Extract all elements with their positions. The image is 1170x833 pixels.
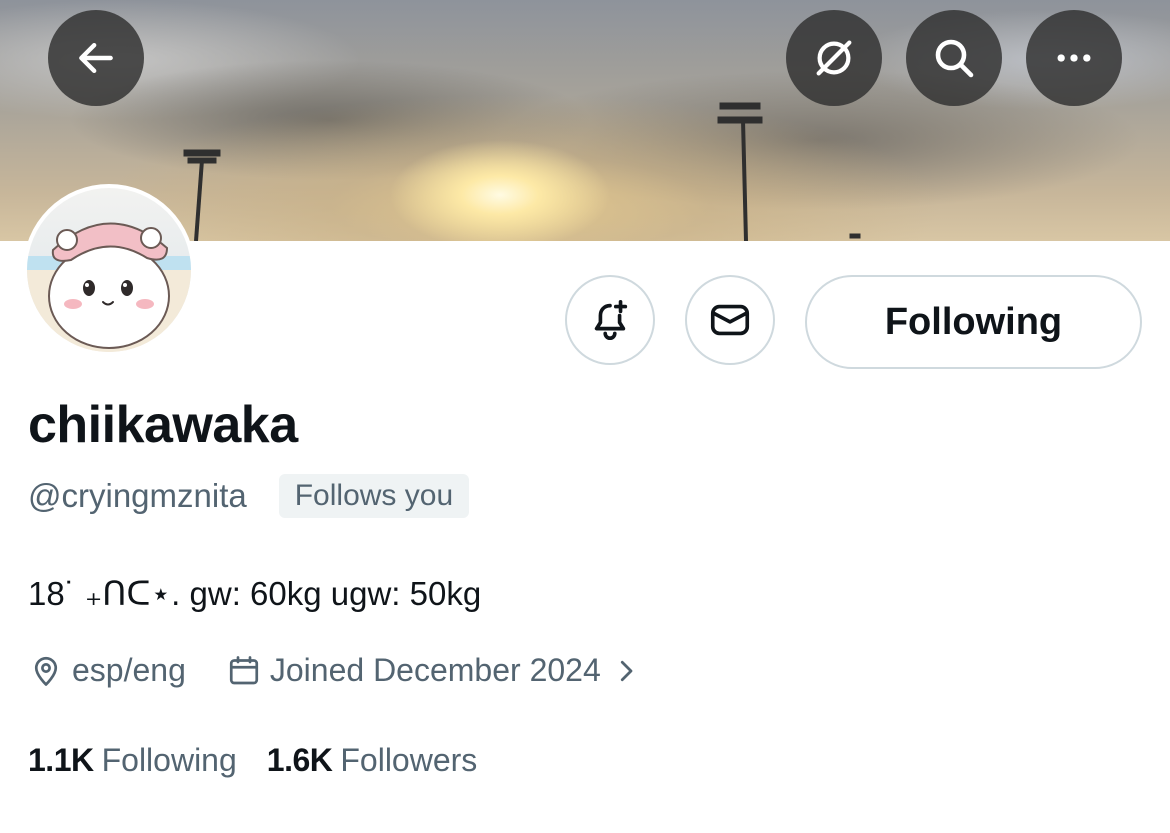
location-item: esp/eng [28, 652, 186, 689]
user-handle: @cryingmznita [28, 477, 247, 514]
follow-stats-row: 1.1K Following 1.6K Followers [28, 742, 477, 779]
following-label: Following [101, 742, 237, 778]
location-pin-icon [34, 656, 58, 686]
joined-text: Joined December 2024 [269, 652, 601, 688]
envelope-icon [710, 304, 750, 336]
chiikawa-character-illustration [27, 222, 191, 352]
back-button[interactable] [48, 10, 144, 106]
display-name: chiikawaka [28, 396, 298, 454]
profile-meta-row: esp/eng Joined December 2024 [28, 652, 649, 689]
search-button[interactable] [906, 10, 1002, 106]
followers-count: 1.6K [266, 742, 333, 778]
grok-button[interactable] [786, 10, 882, 106]
handle-row: @cryingmznita Follows you [28, 474, 470, 518]
bell-plus-icon [594, 299, 628, 340]
location-text: esp/eng [72, 652, 186, 688]
following-count: 1.1K [28, 742, 94, 778]
more-button[interactable] [1026, 10, 1122, 106]
arrow-left-icon [79, 42, 113, 74]
following-button[interactable]: Following [805, 275, 1142, 369]
followers-label: Followers [340, 742, 478, 778]
search-icon [935, 39, 974, 78]
bio-text: 18˙ ₊ᑎᑕ⋆. gw: 60kg ugw: 50kg [28, 575, 482, 612]
following-stat[interactable]: 1.1K Following [28, 742, 237, 779]
follows-you-badge: Follows you [278, 474, 470, 518]
joined-item[interactable]: Joined December 2024 [226, 652, 649, 689]
avatar[interactable] [23, 184, 195, 356]
followers-stat[interactable]: 1.6K Followers [267, 742, 478, 779]
notifications-button[interactable] [565, 275, 655, 365]
more-horizontal-icon [1057, 54, 1091, 62]
calendar-icon [229, 655, 258, 684]
chevron-right-icon [620, 660, 633, 681]
grok-icon [816, 40, 852, 76]
avatar-image [27, 188, 191, 352]
message-button[interactable] [685, 275, 775, 365]
